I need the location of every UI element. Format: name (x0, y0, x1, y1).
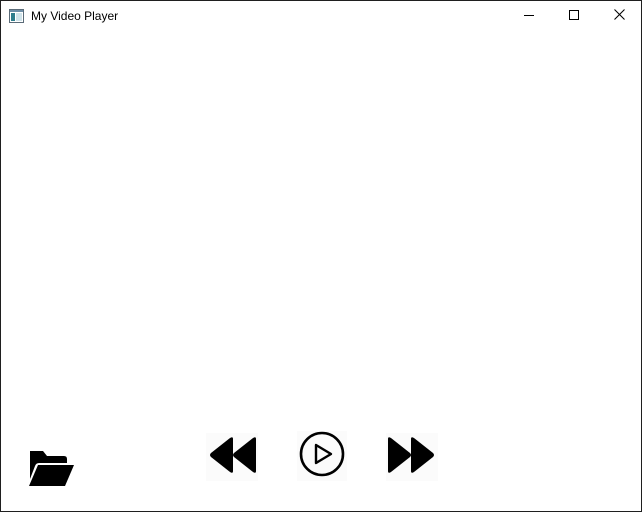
play-circle-icon (298, 430, 346, 483)
app-window-icon (9, 9, 24, 23)
video-display-area[interactable] (1, 32, 641, 511)
title-bar[interactable]: My Video Player (1, 1, 641, 32)
close-button[interactable] (596, 1, 642, 31)
folder-open-icon (27, 449, 75, 492)
fast-forward-icon (388, 434, 436, 481)
rewind-icon (208, 434, 256, 481)
rewind-button[interactable] (206, 433, 258, 481)
video-player-window: My Video Player (0, 0, 642, 512)
maximize-icon (569, 7, 579, 25)
play-button[interactable] (297, 431, 347, 481)
open-file-button[interactable] (26, 450, 76, 490)
minimize-button[interactable] (506, 1, 552, 31)
window-title: My Video Player (31, 9, 119, 23)
minimize-icon (524, 7, 534, 25)
close-icon (613, 7, 625, 25)
maximize-button[interactable] (551, 1, 597, 31)
fast-forward-button[interactable] (386, 433, 438, 481)
